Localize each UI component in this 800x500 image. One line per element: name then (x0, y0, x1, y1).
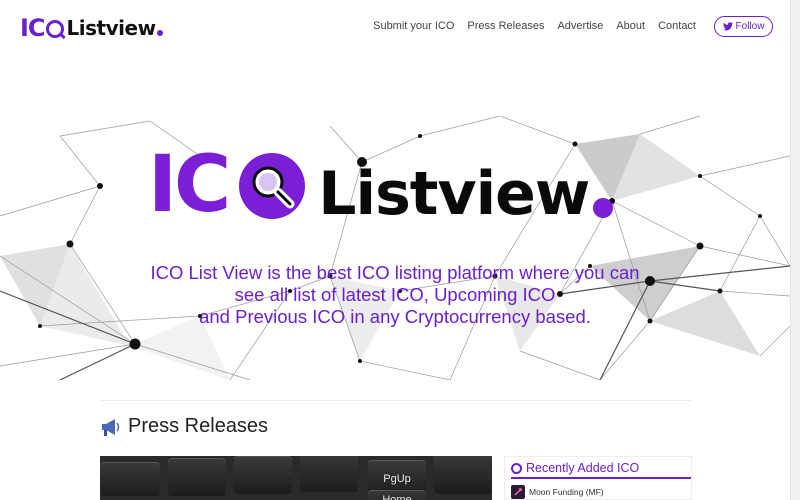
press-releases-heading: Press Releases (100, 415, 268, 438)
nav-link-contact[interactable]: Contact (658, 20, 696, 32)
rocket-icon (511, 485, 525, 499)
keyboard-key-home: Home (368, 490, 426, 500)
hero-tagline-line-2: see all list of latest ICO, Upcoming ICO (234, 284, 556, 305)
search-icon (239, 153, 306, 219)
recently-added-title: Recently Added ICO (526, 461, 640, 475)
hero-listview-text: Listview (318, 159, 590, 229)
hero-brand-dot (593, 198, 614, 218)
hero-brand-logo: IC Listview (148, 140, 614, 230)
nav-link-advertise[interactable]: Advertise (557, 20, 603, 32)
heading-underline (511, 477, 691, 479)
press-releases-title: Press Releases (128, 415, 269, 437)
recently-added-ico-panel: Recently Added ICO Moon Funding (MF) (504, 456, 692, 500)
page-scrollbar[interactable] (790, 0, 800, 500)
nav-link-about[interactable]: About (616, 20, 645, 32)
nav-link-submit-ico[interactable]: Submit your ICO (373, 20, 454, 32)
follow-label: Follow (735, 21, 765, 32)
nav-link-press-releases[interactable]: Press Releases (467, 20, 544, 32)
hero-banner: IC Listview ICO List View is the best IC… (0, 116, 790, 380)
section-separator (100, 400, 692, 401)
megaphone-icon (102, 418, 120, 436)
follow-button[interactable]: Follow (714, 16, 773, 37)
keyboard-key (100, 462, 160, 496)
list-item[interactable]: Moon Funding (MF) (511, 485, 604, 499)
logo-dot (156, 30, 163, 36)
site-logo[interactable]: IC Listview (20, 14, 163, 42)
hero-tagline-line-3: and Previous ICO in any Cryptocurrency b… (199, 306, 591, 327)
press-release-image[interactable]: PgUp Home (100, 456, 492, 500)
ring-icon (511, 462, 522, 474)
recently-added-heading: Recently Added ICO (511, 461, 639, 475)
navbar: IC Listview Submit your ICO Press Releas… (0, 0, 800, 54)
search-icon (45, 20, 64, 38)
hero-tagline-line-1: ICO List View is the best ICO listing pl… (150, 262, 640, 283)
keyboard-key (168, 458, 226, 496)
logo-name-text: Listview (66, 16, 157, 40)
hero-tagline: ICO List View is the best ICO listing pl… (0, 262, 790, 328)
hero-ico-text: IC (148, 140, 231, 230)
keyboard-key (300, 456, 358, 492)
logo-ico-text: IC (20, 14, 46, 42)
twitter-icon (722, 22, 733, 31)
keyboard-key (234, 456, 292, 494)
ico-item-name: Moon Funding (MF) (529, 487, 604, 497)
nav-links: Submit your ICO Press Releases Advertise… (373, 20, 696, 32)
keyboard-key (434, 456, 492, 494)
